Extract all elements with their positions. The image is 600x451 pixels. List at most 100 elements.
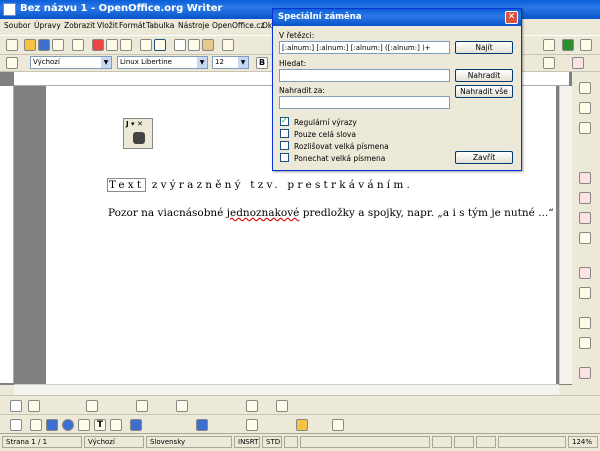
view-layout-icon[interactable] xyxy=(454,436,474,448)
menu-okno[interactable]: Ok xyxy=(262,21,272,30)
menu-tabulka[interactable]: Tabulka xyxy=(146,21,174,30)
spellcheck-word[interactable]: jednoznakové xyxy=(227,207,300,219)
tool-icon[interactable] xyxy=(579,102,591,114)
select-icon[interactable] xyxy=(10,400,22,412)
menu-openoffice-cz[interactable]: OpenOffice.cz xyxy=(212,21,264,30)
open-icon[interactable] xyxy=(24,39,36,51)
tool-icon[interactable] xyxy=(579,232,591,244)
select-icon[interactable] xyxy=(10,419,22,431)
print-icon[interactable] xyxy=(106,39,118,51)
tool-icon[interactable] xyxy=(86,400,98,412)
search-field[interactable] xyxy=(279,69,450,82)
vertical-scrollbar[interactable] xyxy=(559,86,572,384)
status-insert-mode[interactable]: INSRT xyxy=(234,436,260,448)
zoom-slider[interactable] xyxy=(498,436,566,448)
rectangle-icon[interactable] xyxy=(46,419,58,431)
paste-icon[interactable] xyxy=(202,39,214,51)
font-size-select[interactable]: 12 ▼ xyxy=(212,56,249,69)
save-icon[interactable] xyxy=(38,39,50,51)
copy-icon[interactable] xyxy=(188,39,200,51)
styles-icon[interactable] xyxy=(6,57,18,69)
line-icon[interactable] xyxy=(30,419,42,431)
email-icon[interactable] xyxy=(52,39,64,51)
binoculars-icon[interactable] xyxy=(133,132,145,144)
tool-icon[interactable] xyxy=(276,400,288,412)
tool-icon[interactable] xyxy=(579,317,591,329)
text-icon[interactable]: T xyxy=(94,419,106,431)
whole-words-checkbox[interactable] xyxy=(280,129,289,138)
chevron-down-icon[interactable]: ▼ xyxy=(197,57,207,68)
status-zoom[interactable]: 124% xyxy=(568,436,598,448)
help-icon[interactable] xyxy=(580,39,592,51)
new-doc-icon[interactable] xyxy=(6,39,18,51)
menu-soubor[interactable]: Soubor xyxy=(4,21,31,30)
ellipse-icon[interactable] xyxy=(62,419,74,431)
line-1-rest[interactable]: zvýrazněný tzv. prestrkáváním. xyxy=(152,179,413,191)
close-icon[interactable]: ✕ xyxy=(505,11,518,24)
font-color-icon[interactable] xyxy=(572,57,584,69)
pdf-icon[interactable] xyxy=(92,39,104,51)
extension-icon[interactable] xyxy=(562,39,574,51)
menu-upravy[interactable]: Úpravy xyxy=(34,21,61,30)
menu-nastroje[interactable]: Nástroje xyxy=(178,21,209,30)
tool-icon[interactable] xyxy=(579,212,591,224)
autospell-icon[interactable] xyxy=(154,39,166,51)
find-button[interactable]: Najít xyxy=(455,41,513,54)
tool-icon[interactable] xyxy=(579,122,591,134)
font-name-select[interactable]: Linux Libertine ▼ xyxy=(117,56,208,69)
vertical-ruler[interactable] xyxy=(0,86,14,383)
view-layout-icon[interactable] xyxy=(476,436,496,448)
chevron-down-icon[interactable]: ▼ xyxy=(238,57,248,68)
gallery-icon[interactable] xyxy=(543,39,555,51)
mini-toolbar-header[interactable]: J ▾ ✕ xyxy=(126,120,143,128)
anchor-icon[interactable] xyxy=(176,400,188,412)
view-layout-icon[interactable] xyxy=(432,436,452,448)
menu-zobrazit[interactable]: Zobrazit xyxy=(64,21,95,30)
menu-format[interactable]: Formát xyxy=(119,21,145,30)
tool-icon[interactable] xyxy=(246,400,258,412)
edit-doc-icon[interactable] xyxy=(72,39,84,51)
flowchart-icon[interactable] xyxy=(196,419,208,431)
tool-icon[interactable] xyxy=(136,400,148,412)
from-file-icon[interactable] xyxy=(296,419,308,431)
document-line-1[interactable]: Text zvýrazněný tzv. prestrkáváním. xyxy=(106,178,413,192)
spellcheck-icon[interactable] xyxy=(140,39,152,51)
extrusion-icon[interactable] xyxy=(332,419,344,431)
format-paintbrush-icon[interactable] xyxy=(222,39,234,51)
selected-text[interactable]: Text xyxy=(106,178,147,192)
tool-icon[interactable] xyxy=(579,337,591,349)
tool-icon[interactable] xyxy=(579,287,591,299)
tool-icon[interactable] xyxy=(579,367,591,379)
whole-words-label: Pouze celá slova xyxy=(294,130,356,139)
list-icon[interactable] xyxy=(543,57,555,69)
status-language[interactable]: Slovensky xyxy=(146,436,232,448)
match-case-checkbox[interactable] xyxy=(280,141,289,150)
tool-icon[interactable] xyxy=(579,267,591,279)
tool-icon[interactable] xyxy=(579,172,591,184)
tool-icon[interactable] xyxy=(579,82,591,94)
line-2-after[interactable]: predložky a spojky, napr. „a i s tým je … xyxy=(299,207,554,219)
chevron-down-icon[interactable]: ▼ xyxy=(101,57,111,68)
horizontal-scrollbar[interactable] xyxy=(14,384,559,395)
polygon-icon[interactable] xyxy=(78,419,90,431)
line-2-before[interactable]: Pozor na viacnásobné xyxy=(108,207,227,219)
paragraph-style-select[interactable]: Výchozí ▼ xyxy=(30,56,112,69)
status-selection-mode[interactable]: STD xyxy=(262,436,282,448)
star-icon[interactable] xyxy=(246,419,258,431)
replace-button[interactable]: Nahradit xyxy=(455,69,513,82)
keep-case-checkbox[interactable] xyxy=(280,153,289,162)
bold-icon[interactable]: B xyxy=(256,57,268,69)
cut-icon[interactable] xyxy=(174,39,186,51)
tool-icon[interactable] xyxy=(579,192,591,204)
menu-vlozit[interactable]: Vložit xyxy=(97,21,118,30)
in-string-field[interactable]: [:alnum:] [:alnum:] [:alnum:] ([:alnum:]… xyxy=(279,41,450,54)
document-line-2[interactable]: Pozor na viacnásobné jednoznakové predlo… xyxy=(108,207,554,219)
replace-all-button[interactable]: Nahradit vše xyxy=(455,85,513,98)
preview-icon[interactable] xyxy=(120,39,132,51)
edit-points-icon[interactable] xyxy=(28,400,40,412)
callout-icon[interactable] xyxy=(110,419,122,431)
regex-checkbox[interactable] xyxy=(280,116,289,126)
close-button[interactable]: Zavřít xyxy=(455,151,513,164)
basic-shapes-icon[interactable] xyxy=(130,419,142,431)
replace-field[interactable] xyxy=(279,96,450,109)
